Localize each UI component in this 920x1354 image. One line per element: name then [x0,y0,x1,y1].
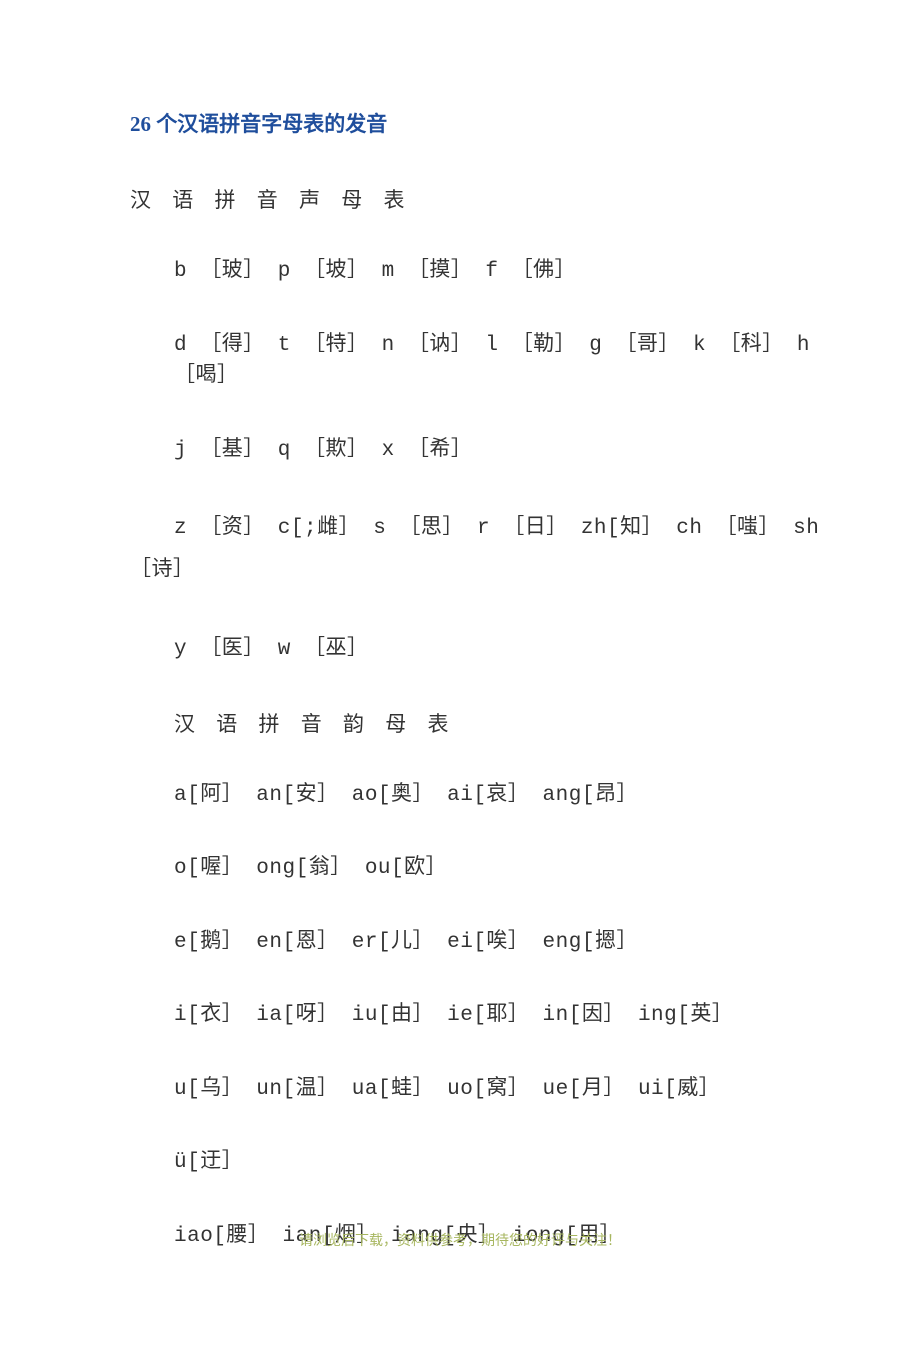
initials-row: b ［玻］ p ［坡］ m ［摸］ f ［佛］ [174,256,820,288]
finals-row: o[喔］ ong[翁］ ou[欧］ [174,853,820,885]
initials-z-text: z ［资］ c[;雌］ s ［思］ r ［日］ zh[知］ ch ［嗤］ sh … [130,508,820,592]
initials-row-wrapped: z ［资］ c[;雌］ s ［思］ r ［日］ zh[知］ ch ［嗤］ sh … [130,508,820,592]
finals-row: a[阿］ an[安］ ao[奥］ ai[哀］ ang[昂］ [174,780,820,812]
finals-row: i[衣］ ia[呀］ iu[由］ ie[耶］ in[因］ ing[英］ [174,1000,820,1032]
initials-row: d ［得］ t ［特］ n ［讷］ l ［勒］ g ［哥］ k ［科］ h ［喝… [174,330,820,393]
finals-row: ü[迂］ [174,1147,820,1179]
finals-row: u[乌］ un[温］ ua[蛙］ uo[窝］ ue[月］ ui[威］ [174,1074,820,1106]
document-title: 26 个汉语拼音字母表的发音 [130,108,820,138]
page-footer: 请浏览后下载，资料供参考，期待您的好评与关注！ [0,1230,920,1250]
finals-row: e[鹅］ en[恩］ er[儿］ ei[唉］ eng[摁］ [174,927,820,959]
initials-row: j ［基］ q ［欺］ x ［希］ [174,435,820,467]
finals-heading: 汉 语 拼 音 韵 母 表 [174,708,820,738]
initials-heading: 汉 语 拼 音 声 母 表 [130,184,820,214]
initials-row: y ［医］ w ［巫］ [174,634,820,666]
